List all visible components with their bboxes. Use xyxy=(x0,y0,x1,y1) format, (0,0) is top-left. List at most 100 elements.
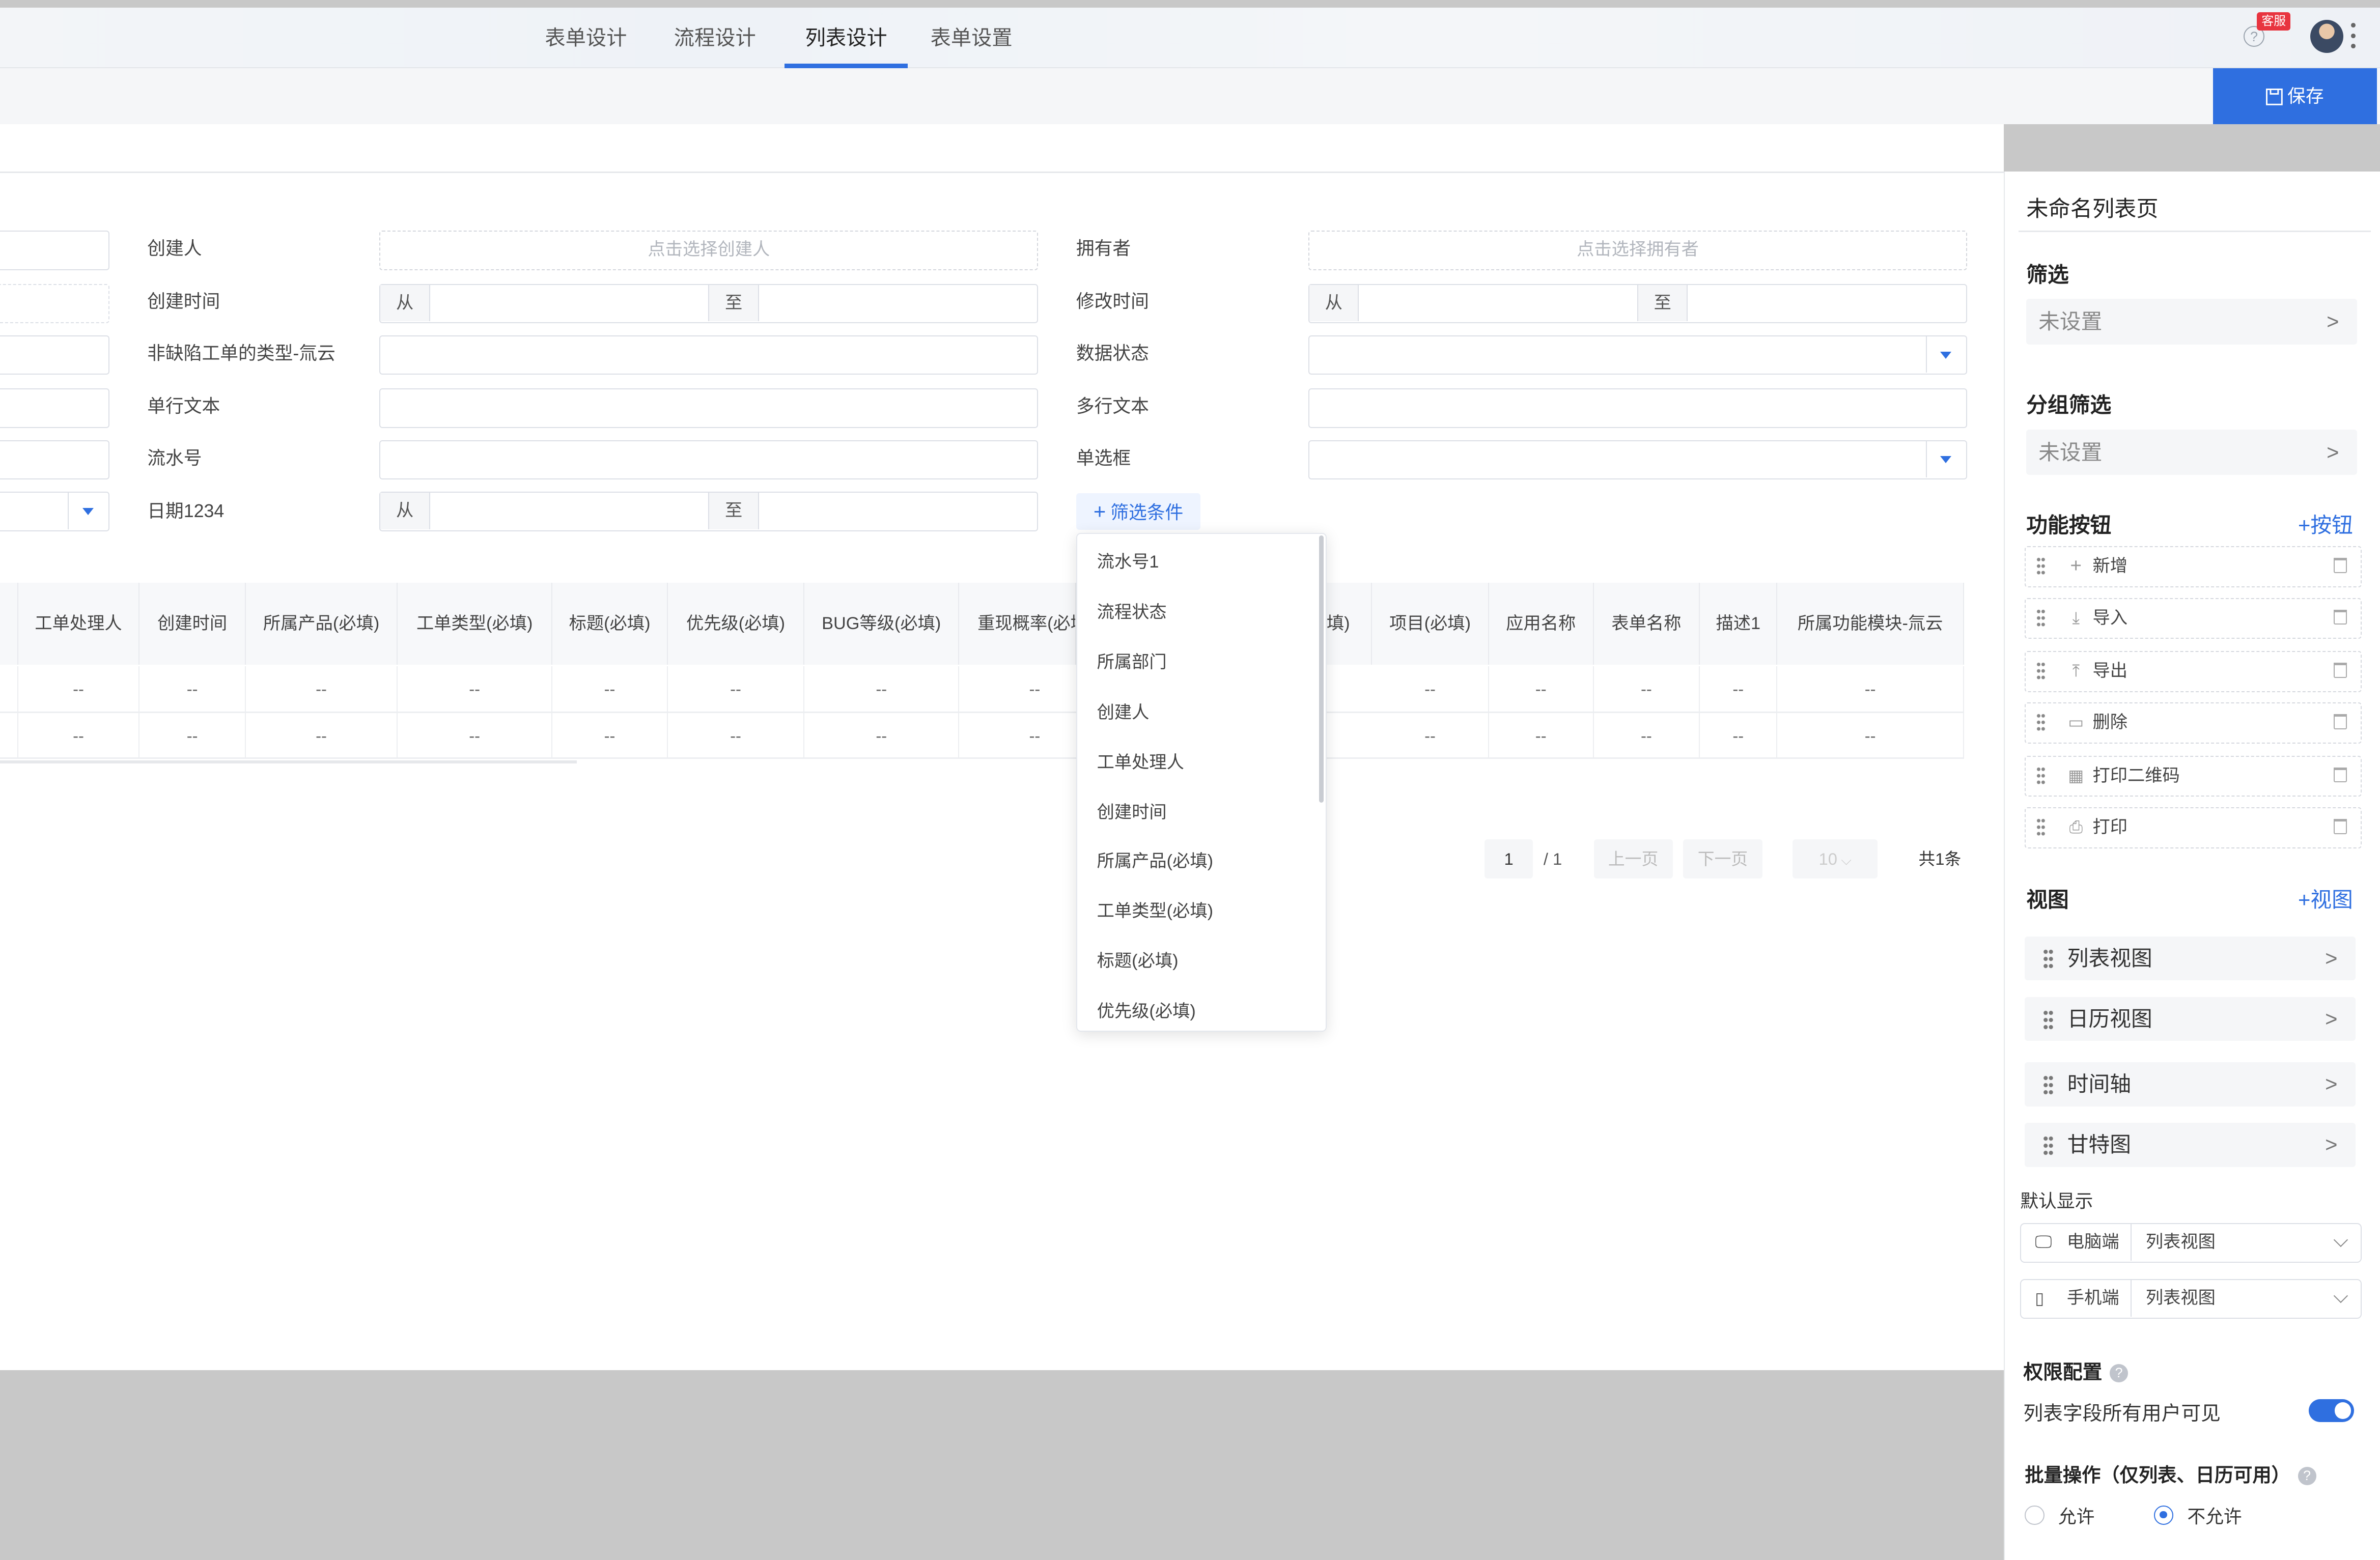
dropdown-option[interactable]: 优先级(必填) xyxy=(1097,997,1196,1027)
tab-form-settings[interactable]: 表单设置 xyxy=(925,8,1019,68)
customer-service-badge[interactable]: 客服 xyxy=(2257,12,2291,31)
non-defect-type-input[interactable] xyxy=(379,335,1039,375)
table-cell: -- xyxy=(246,666,398,712)
dropdown-option[interactable]: 标题(必填) xyxy=(1097,946,1179,977)
view-row-timeline[interactable]: 时间轴 > xyxy=(2025,1062,2356,1107)
column-header[interactable]: 项目(必填) xyxy=(1372,582,1489,665)
truncated-input[interactable] xyxy=(0,335,109,375)
batch-allow-label[interactable]: 允许 xyxy=(2058,1502,2095,1528)
data-status-select[interactable] xyxy=(1308,335,1968,375)
column-header[interactable]: 表单名称 xyxy=(1593,582,1700,665)
drag-handle-icon[interactable] xyxy=(2036,817,2046,837)
button-row-export[interactable]: ⤒ 导出 xyxy=(2025,651,2362,692)
column-header[interactable]: 工单处理人 xyxy=(18,582,140,665)
trash-icon[interactable] xyxy=(2333,819,2347,834)
created-time-range[interactable]: 从 至 xyxy=(379,283,1039,324)
radio-select[interactable] xyxy=(1308,440,1968,480)
drag-handle-icon[interactable] xyxy=(2036,608,2046,628)
group-filter-setting[interactable]: 未设置 > xyxy=(2026,429,2358,475)
dropdown-option[interactable]: 流程状态 xyxy=(1097,598,1167,628)
drag-handle-icon[interactable] xyxy=(2036,556,2046,576)
column-header[interactable]: 所属产品(必填) xyxy=(246,582,398,665)
permission-toggle[interactable] xyxy=(2308,1399,2355,1422)
trash-icon[interactable] xyxy=(2333,609,2347,625)
trash-icon[interactable] xyxy=(2333,714,2347,730)
button-row-delete[interactable]: ▭ 删除 xyxy=(2025,702,2362,744)
column-header[interactable]: 创建时间 xyxy=(139,582,246,665)
dropdown-option[interactable]: 工单处理人 xyxy=(1097,748,1184,778)
add-filter-button[interactable]: + 筛选条件 xyxy=(1076,493,1201,530)
dropdown-option[interactable]: 工单类型(必填) xyxy=(1097,896,1213,927)
tab-form-design[interactable]: 表单设计 xyxy=(539,8,633,68)
owner-picker[interactable]: 点击选择拥有者 xyxy=(1308,231,1968,270)
drag-handle-icon[interactable] xyxy=(2036,713,2046,733)
tab-list-design[interactable]: 列表设计 xyxy=(785,8,908,69)
column-header[interactable]: 填) xyxy=(1326,582,1373,665)
dropdown-scrollbar[interactable] xyxy=(1319,535,1324,803)
column-header[interactable]: BUG等级(必填) xyxy=(804,582,960,665)
view-row-gantt[interactable]: 甘特图 > xyxy=(2025,1123,2356,1167)
next-page-button[interactable]: 下一页 xyxy=(1683,839,1762,879)
dropdown-option[interactable]: 所属产品(必填) xyxy=(1097,846,1213,877)
trash-icon[interactable] xyxy=(2333,767,2347,783)
drag-handle-icon[interactable] xyxy=(2036,765,2046,786)
truncated-input[interactable] xyxy=(0,231,109,270)
column-header[interactable]: 应用名称 xyxy=(1489,582,1594,665)
dropdown-option[interactable]: 创建时间 xyxy=(1097,798,1167,828)
drag-handle-icon[interactable] xyxy=(2036,661,2046,681)
button-row-label: 导入 xyxy=(2092,608,2128,628)
dropdown-option[interactable]: 创建人 xyxy=(1097,698,1150,728)
button-row-print-qrcode[interactable]: ▦ 打印二维码 xyxy=(2025,755,2362,797)
truncated-select[interactable] xyxy=(0,492,109,531)
view-row-list[interactable]: 列表视图 > xyxy=(2025,936,2356,981)
dropdown-option[interactable]: 流水号1 xyxy=(1097,547,1159,578)
save-button[interactable]: 保存 xyxy=(2213,68,2377,125)
prev-page-button[interactable]: 上一页 xyxy=(1593,839,1673,879)
column-header[interactable]: 重现概率(必填 xyxy=(959,582,1076,665)
button-row-print[interactable]: ⎙ 打印 xyxy=(2025,807,2362,848)
multi-text-input[interactable] xyxy=(1308,388,1968,428)
column-header[interactable]: 所属功能模块-氚云 xyxy=(1777,582,1965,665)
add-view-link[interactable]: +视图 xyxy=(2298,883,2353,914)
tab-flow-design[interactable]: 流程设计 xyxy=(668,8,762,68)
column-header[interactable]: 标题(必填) xyxy=(552,582,668,665)
add-button-link[interactable]: +按钮 xyxy=(2298,508,2353,539)
drag-handle-icon[interactable] xyxy=(2043,1009,2054,1031)
horizontal-scrollbar[interactable] xyxy=(0,760,577,763)
serial-input[interactable] xyxy=(379,440,1039,480)
view-row-calendar[interactable]: 日历视图 > xyxy=(2025,997,2356,1041)
button-row-add[interactable]: + 新增 xyxy=(2025,546,2362,587)
more-menu-icon[interactable] xyxy=(2351,22,2357,50)
filter-setting[interactable]: 未设置 > xyxy=(2026,299,2358,345)
default-display-title: 默认显示 xyxy=(2020,1190,2093,1211)
help-icon[interactable]: ? xyxy=(2298,1467,2316,1485)
button-row-import[interactable]: ⤓ 导入 xyxy=(2025,598,2362,639)
drag-handle-icon[interactable] xyxy=(2043,948,2054,970)
dropdown-option[interactable]: 所属部门 xyxy=(1097,647,1167,678)
trash-icon[interactable] xyxy=(2333,558,2347,573)
table-cell: -- xyxy=(18,666,140,712)
column-header[interactable]: 优先级(必填) xyxy=(667,582,805,665)
page-current[interactable]: 1 xyxy=(1484,839,1533,879)
drag-handle-icon[interactable] xyxy=(2043,1074,2054,1096)
column-header[interactable]: 工单类型(必填) xyxy=(398,582,553,665)
created-time-label: 创建时间 xyxy=(147,291,220,312)
total-count: 共1条 xyxy=(1918,849,1962,868)
single-text-input[interactable] xyxy=(379,388,1039,428)
truncated-input[interactable] xyxy=(0,283,109,324)
column-header[interactable]: 描述1 xyxy=(1700,582,1778,665)
truncated-input[interactable] xyxy=(0,440,109,480)
help-icon[interactable]: ? xyxy=(2110,1364,2128,1383)
drag-handle-icon[interactable] xyxy=(2043,1135,2054,1156)
modified-time-range[interactable]: 从 至 xyxy=(1308,283,1968,324)
date-range[interactable]: 从 至 xyxy=(379,492,1039,531)
batch-allow-radio[interactable] xyxy=(2025,1505,2045,1525)
mobile-default-view-select[interactable]: ▯ 手机端 列表视图 xyxy=(2020,1279,2362,1319)
trash-icon[interactable] xyxy=(2333,662,2347,678)
truncated-input[interactable] xyxy=(0,388,109,428)
pc-default-view-select[interactable]: 🖵 电脑端 列表视图 xyxy=(2020,1223,2362,1263)
page-size-select[interactable]: 10 ⌵ xyxy=(1793,839,1878,879)
pc-label: 电脑端 xyxy=(2066,1232,2119,1252)
batch-disallow-label[interactable]: 不允许 xyxy=(2187,1502,2242,1528)
creator-picker[interactable]: 点击选择创建人 xyxy=(379,231,1039,270)
